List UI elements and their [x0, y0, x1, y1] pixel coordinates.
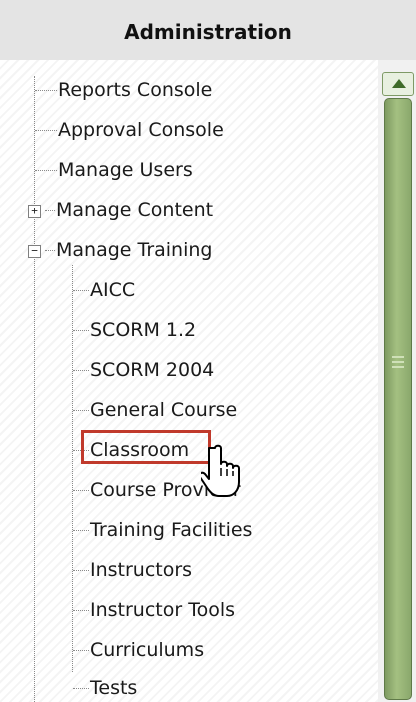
tree-item-label: Manage Users: [58, 159, 193, 181]
tree-item-label: Approval Console: [58, 119, 224, 141]
tree-item-scorm-2004[interactable]: SCORM 2004: [73, 357, 214, 383]
navigation-tree: Reports Console Approval Console Manage …: [0, 60, 378, 702]
tree-item-label: SCORM 1.2: [90, 319, 197, 341]
tree-item-label: Instructor Tools: [90, 599, 236, 621]
tree-item-tests[interactable]: Tests: [73, 675, 137, 701]
tree-item-training-facilities[interactable]: Training Facilities: [73, 517, 252, 543]
scrollbar-grip-icon: [392, 356, 404, 372]
tree-item-label: AICC: [90, 279, 136, 301]
tree-item-label: General Course: [90, 399, 238, 421]
tree-item-curriculums[interactable]: Curriculums: [73, 637, 204, 663]
scroll-up-arrow-icon[interactable]: [382, 72, 414, 96]
tree-item-label: SCORM 2004: [90, 359, 215, 381]
tree-item-label: Reports Console: [58, 79, 213, 101]
tree-item-label: Manage Training: [56, 239, 213, 261]
tree-item-manage-content[interactable]: Manage Content: [45, 197, 213, 223]
tree-item-manage-training[interactable]: Manage Training: [45, 237, 212, 263]
tree-item-scorm-12[interactable]: SCORM 1.2: [73, 317, 196, 343]
tree-item-reports-console[interactable]: Reports Console: [35, 77, 212, 103]
tree-item-label: Instructors: [90, 559, 193, 581]
tree-item-approval-console[interactable]: Approval Console: [35, 117, 224, 143]
tree-item-aicc[interactable]: AICC: [73, 277, 135, 303]
panel-header: Administration: [0, 0, 416, 61]
tree-item-label: Manage Content: [56, 199, 214, 221]
tree-item-label: Tests: [90, 677, 138, 699]
tree-item-label: Curriculums: [90, 639, 205, 661]
administration-panel: Administration Reports Console Approval …: [0, 0, 416, 702]
selection-highlight: [81, 430, 211, 464]
tree-item-general-course[interactable]: General Course: [73, 397, 237, 423]
collapse-minus-icon[interactable]: −: [28, 245, 41, 258]
scrollbar-thumb[interactable]: [384, 98, 412, 700]
hand-pointer-icon: [201, 444, 240, 497]
expand-plus-icon[interactable]: +: [28, 205, 41, 218]
tree-item-manage-users[interactable]: Manage Users: [35, 157, 193, 183]
panel-title: Administration: [124, 20, 292, 44]
tree-item-label: Training Facilities: [90, 519, 253, 541]
tree-item-instructor-tools[interactable]: Instructor Tools: [73, 597, 235, 623]
tree-item-instructors[interactable]: Instructors: [73, 557, 192, 583]
tree-line-root-continued: [34, 265, 35, 702]
